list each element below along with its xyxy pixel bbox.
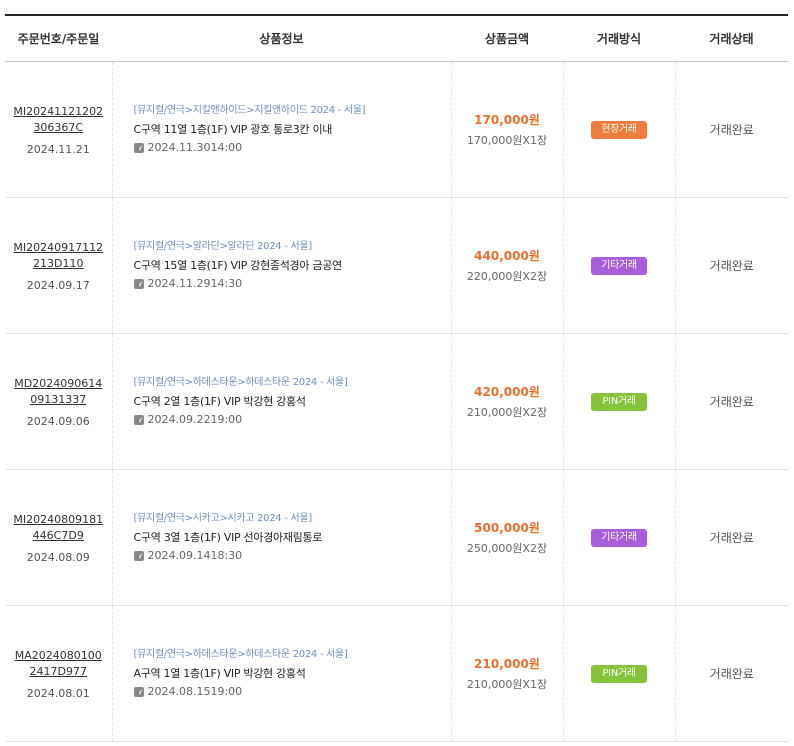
price-cell: 440,000원 220,000원X2장: [450, 197, 563, 334]
unit-price: 220,000원X2장: [466, 270, 548, 283]
order-history-table: 주문번호/주문일 상품정보 상품금액 거래방식 거래상태 MI202411212…: [5, 14, 788, 742]
calendar-icon: [133, 279, 144, 289]
table-row: MI20241121202306367C 2024.11.21 [뮤지컬/연극>…: [5, 61, 788, 198]
trade-status: 거래완료: [709, 259, 754, 273]
unit-price: 210,000원X2장: [466, 406, 548, 419]
unit-price: 210,000원X1장: [466, 678, 548, 691]
order-cell: MD202409061409131337 2024.09.06: [5, 333, 112, 470]
method-cell: 기타거래: [562, 469, 675, 606]
header-info: 상품정보: [112, 14, 451, 62]
product-info-cell: [뮤지컬/연극>하데스타운>하데스타운 2024 - 서울] A구역 1열 1층…: [111, 605, 451, 742]
order-date: 2024.08.01: [26, 686, 90, 700]
show-datetime-text: 2024.09.1418:30: [147, 549, 243, 562]
product-info-cell: [뮤지컬/연극>시카고>시카고 2024 - 서울] C구역 3열 1층(1F)…: [111, 469, 451, 606]
price-cell: 210,000원 210,000원X1장: [450, 605, 563, 742]
table-header: 주문번호/주문일 상품정보 상품금액 거래방식 거래상태: [5, 14, 788, 62]
product-category: [뮤지컬/연극>알라딘>알라딘 2024 - 서울]: [133, 241, 313, 252]
product-seat: C구역 3열 1층(1F) VIP 선아경아재림통로: [133, 531, 323, 544]
header-order: 주문번호/주문일: [5, 14, 112, 62]
price-cell: 170,000원 170,000원X1장: [450, 61, 563, 198]
order-number-link[interactable]: MI20240917112213D110: [13, 240, 103, 272]
calendar-icon: [133, 687, 144, 697]
trade-method-badge: 기타거래: [591, 256, 647, 275]
product-seat: C구역 2열 1층(1F) VIP 박강현 강홍석: [133, 395, 306, 408]
total-price: 420,000원: [474, 385, 540, 399]
trade-method-badge: PIN거래: [591, 664, 647, 683]
show-datetime: 2024.11.2914:30: [133, 277, 451, 291]
header-method: 거래방식: [563, 14, 675, 62]
show-datetime: 2024.09.2219:00: [133, 413, 451, 427]
product-seat: C구역 11열 1층(1F) VIP 광호 통로3칸 이내: [133, 123, 333, 136]
total-price: 500,000원: [474, 521, 540, 535]
order-number-link[interactable]: MA20240801002417D977: [13, 648, 103, 680]
show-datetime-text: 2024.09.2219:00: [147, 413, 243, 426]
total-price: 210,000원: [474, 657, 540, 671]
calendar-icon: [133, 415, 144, 425]
product-seat: C구역 15열 1층(1F) VIP 강현종석경아 금공연: [133, 259, 343, 272]
product-info-cell: [뮤지컬/연극>알라딘>알라딘 2024 - 서울] C구역 15열 1층(1F…: [111, 197, 451, 334]
table-row: MD202409061409131337 2024.09.06 [뮤지컬/연극>…: [5, 333, 788, 470]
order-date: 2024.09.17: [26, 278, 90, 292]
order-rows: MI20241121202306367C 2024.11.21 [뮤지컬/연극>…: [5, 61, 788, 742]
price-cell: 500,000원 250,000원X2장: [450, 469, 563, 606]
method-cell: 기타거래: [562, 197, 675, 334]
order-number-link[interactable]: MD202409061409131337: [13, 376, 103, 408]
order-cell: MI20240917112213D110 2024.09.17: [5, 197, 112, 334]
order-date: 2024.08.09: [26, 550, 90, 564]
order-number-link[interactable]: MI20241121202306367C: [13, 104, 103, 136]
status-cell: 거래완료: [674, 61, 788, 198]
product-category: [뮤지컬/연극>지킬앤하이드>지킬앤하이드 2024 - 서울]: [133, 105, 366, 116]
calendar-icon: [133, 551, 144, 561]
status-cell: 거래완료: [674, 333, 788, 470]
product-seat: A구역 1열 1층(1F) VIP 박강현 강홍석: [133, 667, 306, 680]
product-category: [뮤지컬/연극>시카고>시카고 2024 - 서울]: [133, 513, 313, 524]
total-price: 440,000원: [474, 249, 540, 263]
order-cell: MI20240809181446C7D9 2024.08.09: [5, 469, 112, 606]
header-price: 상품금액: [451, 14, 563, 62]
product-category: [뮤지컬/연극>하데스타운>하데스타운 2024 - 서울]: [133, 377, 348, 388]
trade-status: 거래완료: [709, 395, 754, 409]
price-cell: 420,000원 210,000원X2장: [450, 333, 563, 470]
method-cell: PIN거래: [562, 333, 675, 470]
method-cell: PIN거래: [562, 605, 675, 742]
show-datetime-text: 2024.08.1519:00: [147, 685, 243, 698]
header-status: 거래상태: [675, 14, 788, 62]
table-row: MI20240917112213D110 2024.09.17 [뮤지컬/연극>…: [5, 197, 788, 334]
show-datetime-text: 2024.11.2914:30: [147, 277, 243, 290]
trade-status: 거래완료: [709, 123, 754, 137]
status-cell: 거래완료: [674, 469, 788, 606]
unit-price: 250,000원X2장: [466, 542, 548, 555]
order-date: 2024.11.21: [26, 142, 90, 156]
status-cell: 거래완료: [674, 605, 788, 742]
show-datetime: 2024.08.1519:00: [133, 685, 451, 699]
unit-price: 170,000원X1장: [466, 134, 548, 147]
status-cell: 거래완료: [674, 197, 788, 334]
order-number-link[interactable]: MI20240809181446C7D9: [13, 512, 103, 544]
table-row: MA20240801002417D977 2024.08.01 [뮤지컬/연극>…: [5, 605, 788, 742]
order-cell: MA20240801002417D977 2024.08.01: [5, 605, 112, 742]
show-datetime-text: 2024.11.3014:00: [147, 141, 243, 154]
product-info-cell: [뮤지컬/연극>지킬앤하이드>지킬앤하이드 2024 - 서울] C구역 11열…: [111, 61, 451, 198]
show-datetime: 2024.09.1418:30: [133, 549, 451, 563]
trade-status: 거래완료: [709, 667, 754, 681]
show-datetime: 2024.11.3014:00: [133, 141, 451, 155]
trade-method-badge: 현장거래: [591, 120, 647, 139]
trade-status: 거래완료: [709, 531, 754, 545]
method-cell: 현장거래: [562, 61, 675, 198]
order-date: 2024.09.06: [26, 414, 90, 428]
table-row: MI20240809181446C7D9 2024.08.09 [뮤지컬/연극>…: [5, 469, 788, 606]
trade-method-badge: 기타거래: [591, 528, 647, 547]
trade-method-badge: PIN거래: [591, 392, 647, 411]
product-category: [뮤지컬/연극>하데스타운>하데스타운 2024 - 서울]: [133, 649, 348, 660]
calendar-icon: [133, 143, 144, 153]
product-info-cell: [뮤지컬/연극>하데스타운>하데스타운 2024 - 서울] C구역 2열 1층…: [111, 333, 451, 470]
total-price: 170,000원: [474, 113, 540, 127]
order-cell: MI20241121202306367C 2024.11.21: [5, 61, 112, 198]
